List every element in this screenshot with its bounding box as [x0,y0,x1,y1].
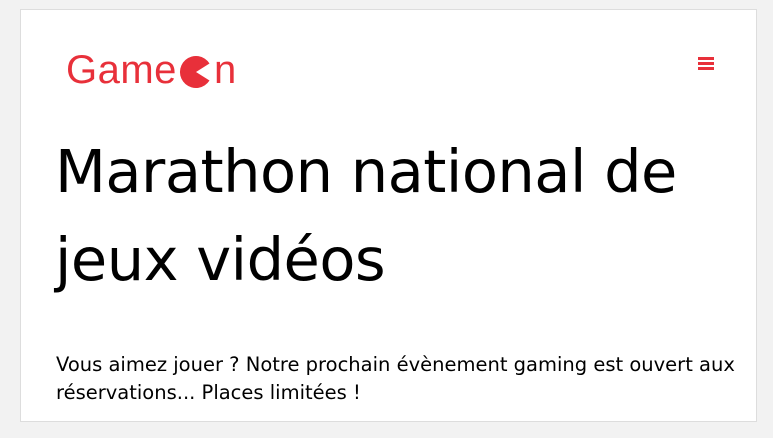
logo-text-start: Game [66,48,177,92]
hero-description: Vous aimez jouer ? Notre prochain évènem… [56,353,735,404]
hero-title: Marathon national de jeux vidéos [55,137,677,294]
logo-text-end: n [213,48,237,92]
hamburger-menu-icon[interactable] [698,55,714,71]
pacman-icon [179,55,210,88]
page-card: Game n Marathon national de jeux vidéos … [20,9,757,422]
menu-bar [698,67,714,70]
gameon-logo[interactable]: Game n [66,48,237,92]
menu-bar [698,62,714,65]
menu-bar [698,57,714,60]
